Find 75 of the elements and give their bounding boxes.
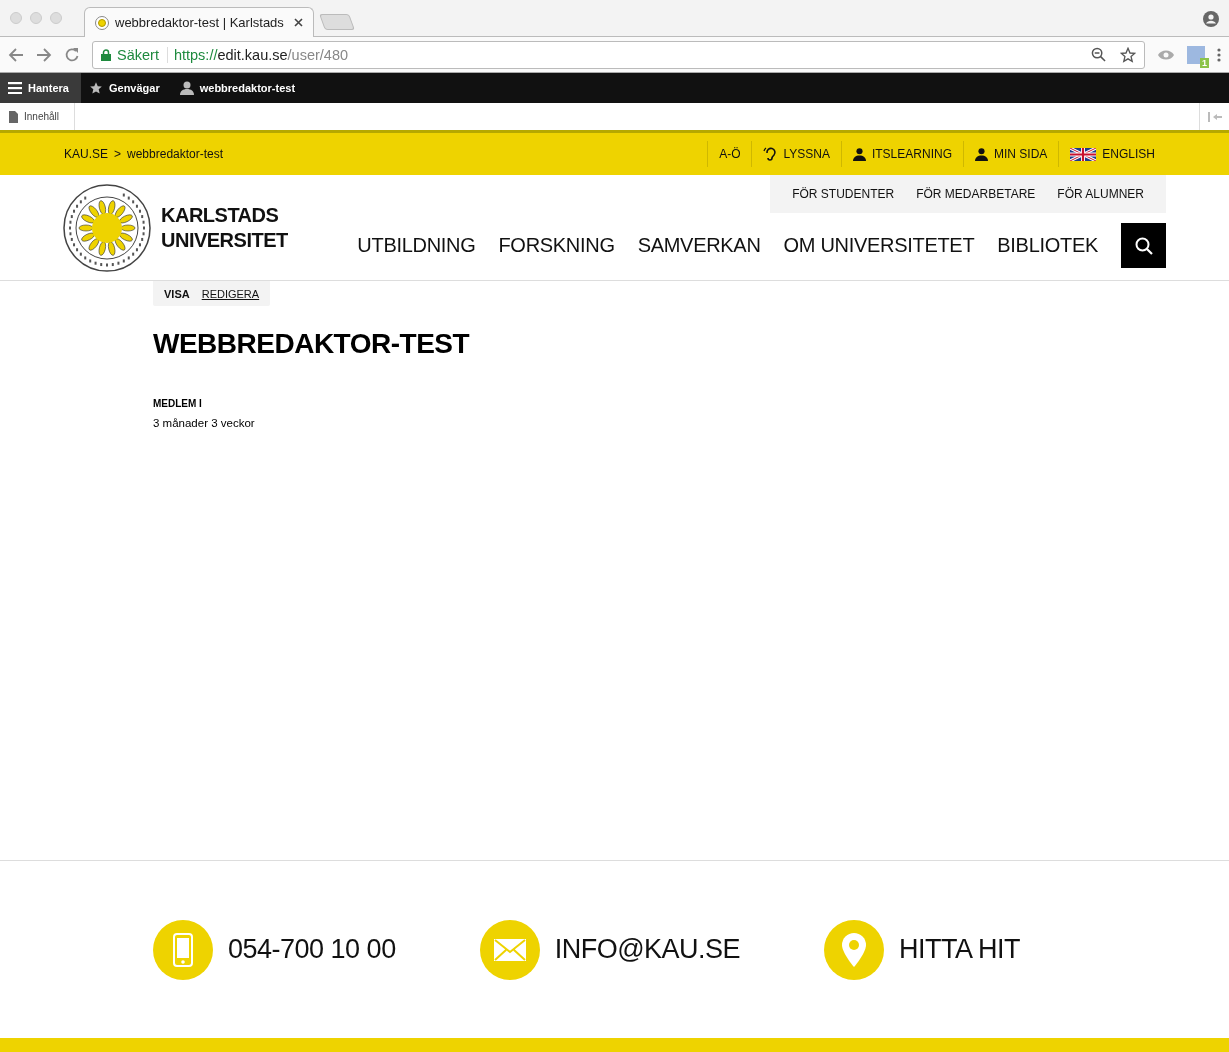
tray-label: Innehåll bbox=[24, 111, 60, 122]
toolbar-label: webbredaktor-test bbox=[199, 82, 296, 94]
star-icon bbox=[88, 81, 103, 95]
profile-icon[interactable] bbox=[1203, 11, 1219, 27]
bookmark-star-icon[interactable] bbox=[1120, 46, 1136, 63]
page-title: WEBBREDAKTOR-TEST bbox=[153, 328, 471, 360]
contact-link[interactable]: INFO@KAU.SE bbox=[479, 919, 741, 980]
top-link-label: MIN SIDA bbox=[993, 147, 1048, 161]
toolbar-item[interactable]: Hantera bbox=[0, 73, 81, 103]
top-link-label: LYSSNA bbox=[783, 147, 830, 161]
eye-icon[interactable] bbox=[1157, 48, 1175, 61]
map-pin-icon bbox=[842, 932, 867, 967]
reload-icon[interactable] bbox=[64, 46, 80, 63]
top-link[interactable]: MIN SIDA bbox=[962, 141, 1059, 167]
nav-link[interactable]: FORSKNING bbox=[498, 234, 615, 257]
close-icon[interactable] bbox=[294, 18, 303, 27]
sun-favicon bbox=[95, 15, 109, 30]
top-link[interactable]: ENGLISH bbox=[1058, 141, 1166, 167]
ear-icon bbox=[763, 147, 778, 161]
nav-link[interactable]: SAMVERKAN bbox=[637, 234, 761, 257]
mail-icon bbox=[493, 938, 526, 961]
uk-flag-icon bbox=[1070, 147, 1097, 161]
nav-link[interactable]: OM UNIVERSITETET bbox=[783, 234, 975, 257]
page-tab[interactable]: REDIGERA bbox=[201, 287, 260, 300]
new-tab-button[interactable] bbox=[319, 14, 355, 30]
lock-icon bbox=[101, 48, 111, 61]
breadcrumb-link[interactable]: KAU.SE bbox=[64, 147, 108, 161]
search-button[interactable] bbox=[1121, 223, 1166, 268]
tab-title: webbredaktor-test | Karlstads bbox=[115, 15, 285, 30]
logo-text: UNIVERSITET bbox=[161, 227, 288, 253]
toolbar-label: Hantera bbox=[28, 82, 69, 94]
contact-label: HITTA HIT bbox=[899, 934, 1021, 965]
field-label: MEDLEM I bbox=[153, 398, 203, 409]
forward-icon[interactable] bbox=[36, 46, 52, 63]
back-icon[interactable] bbox=[8, 46, 24, 63]
url-text: https://edit.kau.se/user/480 bbox=[173, 46, 350, 63]
top-link-label: ENGLISH bbox=[1102, 147, 1155, 161]
menu-icon bbox=[8, 82, 22, 94]
audience-link[interactable]: FÖR ALUMNER bbox=[1047, 187, 1154, 201]
breadcrumb-separator: > bbox=[114, 147, 122, 161]
top-link[interactable]: ITSLEARNING bbox=[840, 141, 963, 167]
person-icon bbox=[974, 147, 988, 161]
toolbar-item[interactable]: Genvägar bbox=[80, 73, 172, 103]
audience-link[interactable]: FÖR STUDENTER bbox=[782, 187, 905, 201]
nav-link[interactable]: UTBILDNING bbox=[357, 234, 476, 257]
top-link[interactable]: LYSSNA bbox=[751, 141, 841, 167]
document-icon bbox=[9, 110, 18, 123]
nav-link[interactable]: BIBLIOTEK bbox=[997, 234, 1098, 257]
top-link[interactable]: A-Ö bbox=[707, 141, 752, 167]
address-field[interactable]: Säkert https://edit.kau.se/user/480 bbox=[92, 40, 1145, 69]
top-link-label: A-Ö bbox=[719, 147, 741, 161]
toolbar-label: Genvägar bbox=[108, 82, 160, 94]
logo-text: KARLSTADS bbox=[161, 202, 280, 228]
breadcrumb-link[interactable]: webbredaktor-test bbox=[127, 147, 224, 161]
contact-label: INFO@KAU.SE bbox=[554, 934, 741, 965]
extension-badge: 1 bbox=[1200, 57, 1209, 68]
toolbar-item[interactable]: webbredaktor-test bbox=[171, 73, 308, 103]
top-link-label: ITSLEARNING bbox=[871, 147, 952, 161]
contact-link[interactable]: HITTA HIT bbox=[824, 919, 1021, 980]
tray-item[interactable]: Innehåll bbox=[0, 103, 75, 130]
more-icon[interactable] bbox=[1217, 47, 1221, 62]
contact-label: 054-700 10 00 bbox=[228, 934, 396, 965]
secure-label: Säkert bbox=[117, 46, 168, 63]
search-icon bbox=[1134, 236, 1153, 255]
audience-link[interactable]: FÖR MEDARBETARE bbox=[906, 187, 1046, 201]
browser-tab[interactable]: webbredaktor-test | Karlstads bbox=[84, 7, 314, 37]
user-icon bbox=[179, 81, 194, 95]
contact-link[interactable]: 054-700 10 00 bbox=[153, 919, 396, 980]
phone-icon bbox=[173, 932, 193, 967]
person-icon bbox=[852, 147, 866, 161]
page-tab[interactable]: VISA bbox=[164, 287, 190, 300]
collapse-icon[interactable] bbox=[1207, 111, 1222, 122]
field-value: 3 månader 3 veckor bbox=[153, 417, 256, 429]
zoom-out-icon[interactable] bbox=[1091, 47, 1106, 62]
university-seal-icon bbox=[63, 183, 151, 272]
